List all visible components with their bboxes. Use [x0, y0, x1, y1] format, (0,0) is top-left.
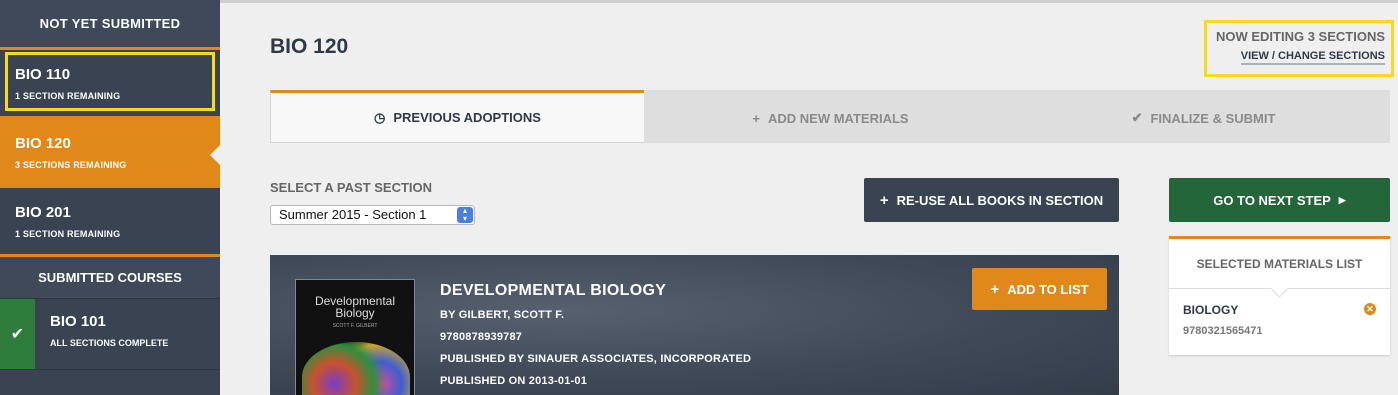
check-icon: ✔	[0, 299, 35, 369]
course-code: BIO 120	[15, 135, 71, 152]
clock-icon: ◷	[374, 109, 386, 125]
course-status: ALL SECTIONS COMPLETE	[50, 338, 169, 348]
view-change-sections-link[interactable]: VIEW / CHANGE SECTIONS	[1240, 50, 1385, 65]
add-to-list-button[interactable]: + ADD TO LIST	[972, 268, 1107, 310]
remove-icon[interactable]: ✕	[1364, 303, 1376, 315]
book-publisher: PUBLISHED BY SINAUER ASSOCIATES, INCORPO…	[440, 353, 752, 365]
book-title: DEVELOPMENTAL BIOLOGY	[440, 282, 667, 299]
material-isbn: 9780321565471	[1183, 325, 1263, 337]
past-section-label: SELECT A PAST SECTION	[270, 180, 433, 195]
caret-right-icon: ▶	[1338, 194, 1346, 205]
reuse-label: RE-USE ALL BOOKS IN SECTION	[896, 192, 1104, 208]
course-sidebar: NOT YET SUBMITTED BIO 110 1 SECTION REMA…	[0, 0, 220, 395]
book-card: Developmental Biology SCOTT F. GILBERT D…	[270, 255, 1119, 395]
cover-art	[302, 342, 410, 395]
tab-label: ADD NEW MATERIALS	[768, 110, 909, 126]
selected-materials-heading: SELECTED MATERIALS LIST	[1169, 239, 1390, 289]
course-code: BIO 110	[15, 66, 71, 83]
past-section-select[interactable]: Summer 2015 - Section 1 ▴ ▾	[270, 205, 475, 225]
material-name: BIOLOGY	[1183, 303, 1239, 317]
course-remaining: 1 SECTION REMAINING	[15, 229, 121, 239]
tab-finalize-submit[interactable]: ✔ FINALIZE & SUBMIT	[1017, 90, 1390, 143]
sidebar-course-bio-101[interactable]: ✔ BIO 101 ALL SECTIONS COMPLETE	[0, 298, 220, 370]
plus-icon: +	[879, 191, 889, 209]
tab-label: FINALIZE & SUBMIT	[1150, 110, 1276, 126]
sidebar-course-bio-120[interactable]: BIO 120 3 SECTIONS REMAINING	[0, 116, 220, 185]
book-published-date: PUBLISHED ON 2013-01-01	[440, 375, 588, 387]
not-submitted-heading: NOT YET SUBMITTED	[0, 0, 220, 47]
editing-sections-text: NOW EDITING 3 SECTIONS	[1215, 29, 1385, 44]
past-section-value: Summer 2015 - Section 1	[279, 207, 427, 222]
cover-author: SCOTT F. GILBERT	[332, 323, 378, 329]
page-title: BIO 120	[270, 35, 349, 58]
reuse-all-books-button[interactable]: + RE-USE ALL BOOKS IN SECTION	[864, 178, 1119, 222]
cover-title: Developmental Biology	[314, 294, 396, 320]
sidebar-course-bio-201[interactable]: BIO 201 1 SECTION REMAINING	[0, 185, 220, 254]
book-isbn: 9780878939787	[440, 331, 523, 343]
step-tabs: ◷ PREVIOUS ADOPTIONS + ADD NEW MATERIALS…	[270, 90, 1390, 143]
tab-previous-adoptions[interactable]: ◷ PREVIOUS ADOPTIONS	[270, 90, 644, 143]
course-code: BIO 201	[15, 204, 71, 221]
course-remaining: 1 SECTION REMAINING	[15, 91, 121, 101]
tab-add-new-materials[interactable]: + ADD NEW MATERIALS	[644, 90, 1017, 143]
top-divider	[220, 0, 1398, 3]
book-author: BY GILBERT, SCOTT F.	[440, 309, 565, 321]
check-icon: ✔	[1131, 110, 1143, 125]
add-label: ADD TO LIST	[1007, 281, 1089, 297]
go-to-next-step-button[interactable]: GO TO NEXT STEP ▶	[1169, 178, 1390, 222]
tab-label: PREVIOUS ADOPTIONS	[393, 110, 541, 125]
editing-sections-box: NOW EDITING 3 SECTIONS VIEW / CHANGE SEC…	[1204, 20, 1394, 77]
book-cover: Developmental Biology SCOTT F. GILBERT	[295, 279, 415, 395]
plus-icon: +	[752, 110, 760, 126]
course-remaining: 3 SECTIONS REMAINING	[15, 160, 127, 170]
next-label: GO TO NEXT STEP	[1213, 192, 1331, 208]
selected-materials-panel: SELECTED MATERIALS LIST BIOLOGY 97803215…	[1169, 236, 1390, 355]
submitted-heading: SUBMITTED COURSES	[0, 254, 220, 298]
select-arrows-icon: ▴ ▾	[457, 207, 473, 223]
sidebar-course-bio-110[interactable]: BIO 110 1 SECTION REMAINING	[0, 47, 220, 116]
plus-icon: +	[990, 280, 1000, 298]
list-item: BIOLOGY 9780321565471 ✕	[1169, 289, 1390, 337]
course-code: BIO 101	[50, 313, 106, 330]
